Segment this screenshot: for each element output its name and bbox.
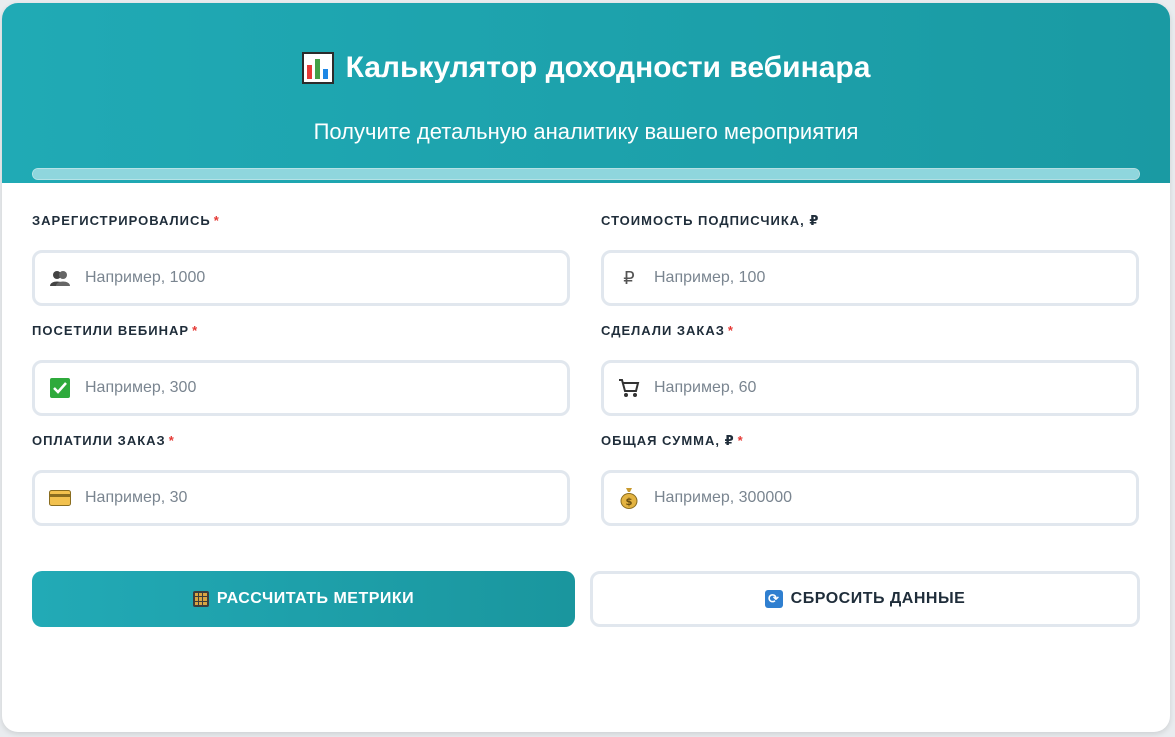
- field-subscriber-cost: СТОИМОСТЬ ПОДПИСЧИКА, ₽ ₽: [601, 213, 1139, 306]
- required-marker: *: [727, 323, 734, 338]
- subtitle: Получите детальную аналитику вашего меро…: [313, 119, 859, 144]
- credit-card-icon: [49, 487, 71, 509]
- field-label: ОПЛАТИЛИ ЗАКАЗ: [32, 433, 166, 448]
- title-text: Калькулятор доходности вебинара: [345, 51, 871, 84]
- checkmark-icon: [49, 377, 71, 399]
- field-label: ОБЩАЯ СУММА, ₽: [601, 433, 735, 448]
- svg-text:$: $: [626, 497, 633, 508]
- subscriber-cost-input-wrapper[interactable]: ₽: [601, 250, 1139, 306]
- total-sum-input-wrapper[interactable]: $: [601, 470, 1139, 526]
- required-marker: *: [168, 433, 175, 448]
- bar-chart-icon: [301, 52, 334, 84]
- field-attended: ПОСЕТИЛИ ВЕБИНАР *: [32, 323, 570, 416]
- field-registered: ЗАРЕГИСТРИРОВАЛИСЬ *: [32, 213, 570, 306]
- field-total-sum: ОБЩАЯ СУММА, ₽ * $: [601, 433, 1139, 526]
- subscriber-cost-input[interactable]: [654, 253, 1136, 303]
- money-bag-icon: $: [618, 487, 640, 509]
- field-label: ЗАРЕГИСТРИРОВАЛИСЬ: [32, 213, 211, 228]
- paid-input-wrapper[interactable]: [32, 470, 570, 526]
- required-marker: *: [213, 213, 220, 228]
- total-sum-input[interactable]: [654, 473, 1136, 523]
- ordered-input-wrapper[interactable]: [601, 360, 1139, 416]
- progress-fill: [33, 169, 1139, 179]
- registered-input[interactable]: [85, 253, 567, 303]
- attended-input[interactable]: [85, 363, 567, 413]
- calculate-button[interactable]: РАССЧИТАТЬ МЕТРИКИ: [32, 571, 575, 627]
- registered-input-wrapper[interactable]: [32, 250, 570, 306]
- reset-button[interactable]: ⟳ СБРОСИТЬ ДАННЫЕ: [590, 571, 1140, 627]
- calculator-card: Калькулятор доходности вебинара Получите…: [2, 3, 1170, 732]
- reset-button-label: СБРОСИТЬ ДАННЫЕ: [790, 590, 966, 607]
- header: Калькулятор доходности вебинара Получите…: [2, 3, 1170, 183]
- people-icon: [49, 267, 71, 289]
- field-label: ПОСЕТИЛИ ВЕБИНАР: [32, 323, 190, 338]
- required-marker: *: [192, 323, 199, 338]
- page-title: Калькулятор доходности вебинара: [2, 51, 1170, 85]
- required-marker: *: [737, 433, 744, 448]
- ordered-input[interactable]: [654, 363, 1136, 413]
- field-paid: ОПЛАТИЛИ ЗАКАЗ *: [32, 433, 570, 526]
- paid-input[interactable]: [85, 473, 567, 523]
- ruble-icon: ₽: [623, 267, 635, 288]
- progress-bar: [32, 168, 1140, 180]
- field-label: СТОИМОСТЬ ПОДПИСЧИКА, ₽: [601, 213, 820, 228]
- shopping-cart-icon: [618, 377, 640, 399]
- field-label: СДЕЛАЛИ ЗАКАЗ: [601, 323, 725, 338]
- calculate-button-label: РАССЧИТАТЬ МЕТРИКИ: [216, 590, 415, 607]
- attended-input-wrapper[interactable]: [32, 360, 570, 416]
- abacus-icon: [192, 591, 209, 607]
- refresh-icon: ⟳: [764, 590, 783, 608]
- field-ordered: СДЕЛАЛИ ЗАКАЗ *: [601, 323, 1139, 416]
